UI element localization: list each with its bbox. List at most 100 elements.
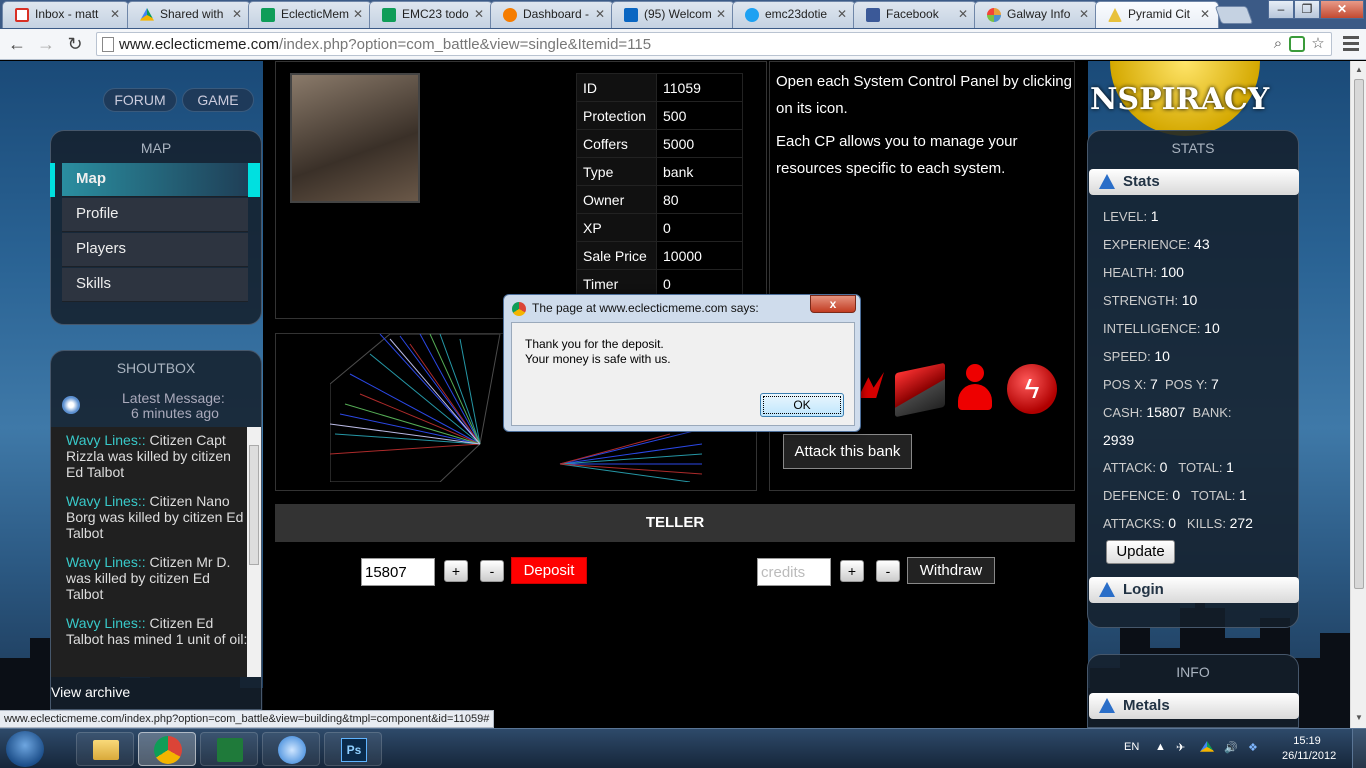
new-tab-button[interactable] bbox=[1214, 6, 1254, 24]
stats-panel-title: STATS bbox=[1171, 140, 1215, 156]
page-scrollbar[interactable]: ▲ ▼ bbox=[1350, 61, 1366, 728]
menu-item-players[interactable]: Players bbox=[62, 233, 248, 267]
maximize-button[interactable]: ❐ bbox=[1294, 0, 1320, 19]
scroll-up-icon[interactable]: ▲ bbox=[1351, 65, 1366, 74]
withdraw-amount-input[interactable] bbox=[757, 558, 831, 586]
withdraw-button[interactable]: Withdraw bbox=[907, 557, 995, 584]
update-button[interactable]: Update bbox=[1106, 540, 1175, 564]
tab-galway[interactable]: Galway Info ✕ bbox=[974, 1, 1098, 28]
close-icon[interactable]: ✕ bbox=[1200, 7, 1210, 21]
address-bar[interactable]: www.eclecticmeme.com/index.php?option=co… bbox=[96, 32, 1332, 56]
bookmark-star-icon[interactable]: ☆ bbox=[1309, 35, 1327, 53]
tab-emc23-todo[interactable]: EMC23 todo ✕ bbox=[369, 1, 493, 28]
close-icon[interactable]: ✕ bbox=[958, 7, 968, 21]
deposit-amount-input[interactable] bbox=[361, 558, 435, 586]
dialog-message: Thank you for the deposit. Your money is… bbox=[525, 337, 671, 367]
nav-game[interactable]: GAME bbox=[182, 88, 254, 112]
table-row: Owner 80 bbox=[576, 185, 743, 214]
row-key: ID bbox=[576, 73, 657, 102]
menu-item-profile[interactable]: Profile bbox=[62, 198, 248, 232]
forward-icon[interactable]: → bbox=[35, 33, 57, 55]
extension-shield-icon[interactable] bbox=[1289, 36, 1305, 52]
url-path: /index.php?option=com_battle&view=single… bbox=[279, 36, 652, 53]
clock[interactable]: 15:19 26/11/2012 bbox=[1282, 734, 1336, 764]
minimize-button[interactable]: – bbox=[1268, 0, 1294, 19]
stat-label: KILLS: bbox=[1186, 516, 1226, 531]
language-indicator[interactable]: EN bbox=[1124, 741, 1139, 753]
close-icon[interactable]: ✕ bbox=[474, 7, 484, 21]
power-cp-icon[interactable]: ϟ bbox=[1007, 364, 1057, 414]
shout-author[interactable]: Wavy Lines:: bbox=[66, 615, 146, 631]
chrome-app-button[interactable] bbox=[138, 732, 196, 766]
volume-icon[interactable]: 🔊 bbox=[1224, 741, 1238, 754]
close-icon[interactable]: ✕ bbox=[1079, 7, 1089, 21]
nav-forum[interactable]: FORUM bbox=[103, 88, 177, 112]
stat-label: SPEED: bbox=[1103, 349, 1151, 364]
explorer-app-button[interactable] bbox=[76, 732, 134, 766]
zoom-icon[interactable]: ⌕ bbox=[1269, 35, 1287, 53]
stat-defence: DEFENCE: 0 TOTAL: 1 bbox=[1103, 487, 1247, 503]
twitter-icon bbox=[745, 8, 759, 22]
ok-button[interactable]: OK bbox=[760, 393, 844, 417]
facebook-icon bbox=[866, 8, 880, 22]
shout-author[interactable]: Wavy Lines:: bbox=[66, 432, 146, 448]
withdraw-decrement-button[interactable]: - bbox=[876, 560, 900, 582]
tab-pyramid-city[interactable]: Pyramid Cit ✕ bbox=[1095, 1, 1219, 28]
page-icon bbox=[102, 37, 114, 52]
attack-bank-button[interactable]: Attack this bank bbox=[783, 434, 912, 469]
close-icon[interactable]: ✕ bbox=[110, 7, 120, 21]
tab-dashboard[interactable]: Dashboard - ✕ bbox=[490, 1, 614, 28]
metals-label: Metals bbox=[1123, 697, 1170, 714]
withdraw-increment-button[interactable]: + bbox=[840, 560, 864, 582]
photoshop-app-button[interactable]: Ps bbox=[324, 732, 382, 766]
pin-icon[interactable]: ✈ bbox=[1176, 741, 1185, 754]
building-image[interactable] bbox=[290, 73, 420, 203]
login-header[interactable]: Login bbox=[1089, 577, 1299, 603]
shout-author[interactable]: Wavy Lines:: bbox=[66, 554, 146, 570]
list-item: Wavy Lines:: Citizen Capt Rizzla was kil… bbox=[51, 427, 261, 488]
reload-icon[interactable]: ↻ bbox=[64, 33, 86, 55]
deposit-button[interactable]: Deposit bbox=[511, 557, 587, 584]
close-icon[interactable]: ✕ bbox=[232, 7, 242, 21]
drive-sync-icon[interactable] bbox=[1200, 741, 1214, 752]
tab-gmail[interactable]: Inbox - matt ✕ bbox=[2, 1, 129, 28]
stat-label: CASH: bbox=[1103, 405, 1143, 420]
menu-icon[interactable] bbox=[1340, 33, 1362, 55]
user-body-shape bbox=[958, 384, 992, 410]
scrollbar-thumb[interactable] bbox=[249, 445, 259, 565]
window-close-button[interactable]: ✕ bbox=[1320, 0, 1364, 19]
show-desktop-button[interactable] bbox=[1352, 729, 1366, 768]
tab-eclecticmem[interactable]: EclecticMem ✕ bbox=[248, 1, 372, 28]
tab-label: (95) Welcom bbox=[644, 7, 712, 21]
menu-item-skills[interactable]: Skills bbox=[62, 268, 248, 302]
close-icon[interactable]: ✕ bbox=[837, 7, 847, 21]
metals-header[interactable]: Metals bbox=[1089, 693, 1299, 719]
deposit-increment-button[interactable]: + bbox=[444, 560, 468, 582]
start-button[interactable] bbox=[6, 731, 44, 767]
dialog-close-button[interactable]: x bbox=[810, 295, 856, 313]
menu-item-map[interactable]: Map bbox=[50, 163, 260, 197]
scrollbar-thumb[interactable] bbox=[1354, 79, 1364, 589]
shout-author[interactable]: Wavy Lines:: bbox=[66, 493, 146, 509]
excel-app-button[interactable] bbox=[200, 732, 258, 766]
scroll-down-icon[interactable]: ▼ bbox=[1351, 713, 1366, 722]
tab-linkedin[interactable]: (95) Welcom ✕ bbox=[611, 1, 735, 28]
itunes-app-button[interactable] bbox=[262, 732, 320, 766]
view-archive-link[interactable]: View archive bbox=[51, 684, 130, 700]
tray-expand-icon[interactable]: ▲ bbox=[1155, 741, 1166, 753]
shoutbox-refresh-icon[interactable] bbox=[62, 396, 80, 414]
map-panel-title: MAP bbox=[140, 140, 172, 156]
close-icon[interactable]: ✕ bbox=[716, 7, 726, 21]
user-cp-icon[interactable] bbox=[958, 364, 992, 412]
close-icon[interactable]: ✕ bbox=[353, 7, 363, 21]
tab-twitter[interactable]: emc23dotie ✕ bbox=[732, 1, 856, 28]
back-icon[interactable]: ← bbox=[6, 33, 28, 55]
deposit-decrement-button[interactable]: - bbox=[480, 560, 504, 582]
close-icon[interactable]: ✕ bbox=[595, 7, 605, 21]
tab-drive[interactable]: Shared with ✕ bbox=[127, 1, 251, 28]
tab-facebook[interactable]: Facebook ✕ bbox=[853, 1, 977, 28]
shoutbox-scrollbar[interactable] bbox=[247, 427, 261, 677]
dropbox-icon[interactable]: ❖ bbox=[1248, 741, 1258, 754]
row-key: Coffers bbox=[576, 129, 657, 158]
stat-value: 272 bbox=[1229, 515, 1253, 531]
